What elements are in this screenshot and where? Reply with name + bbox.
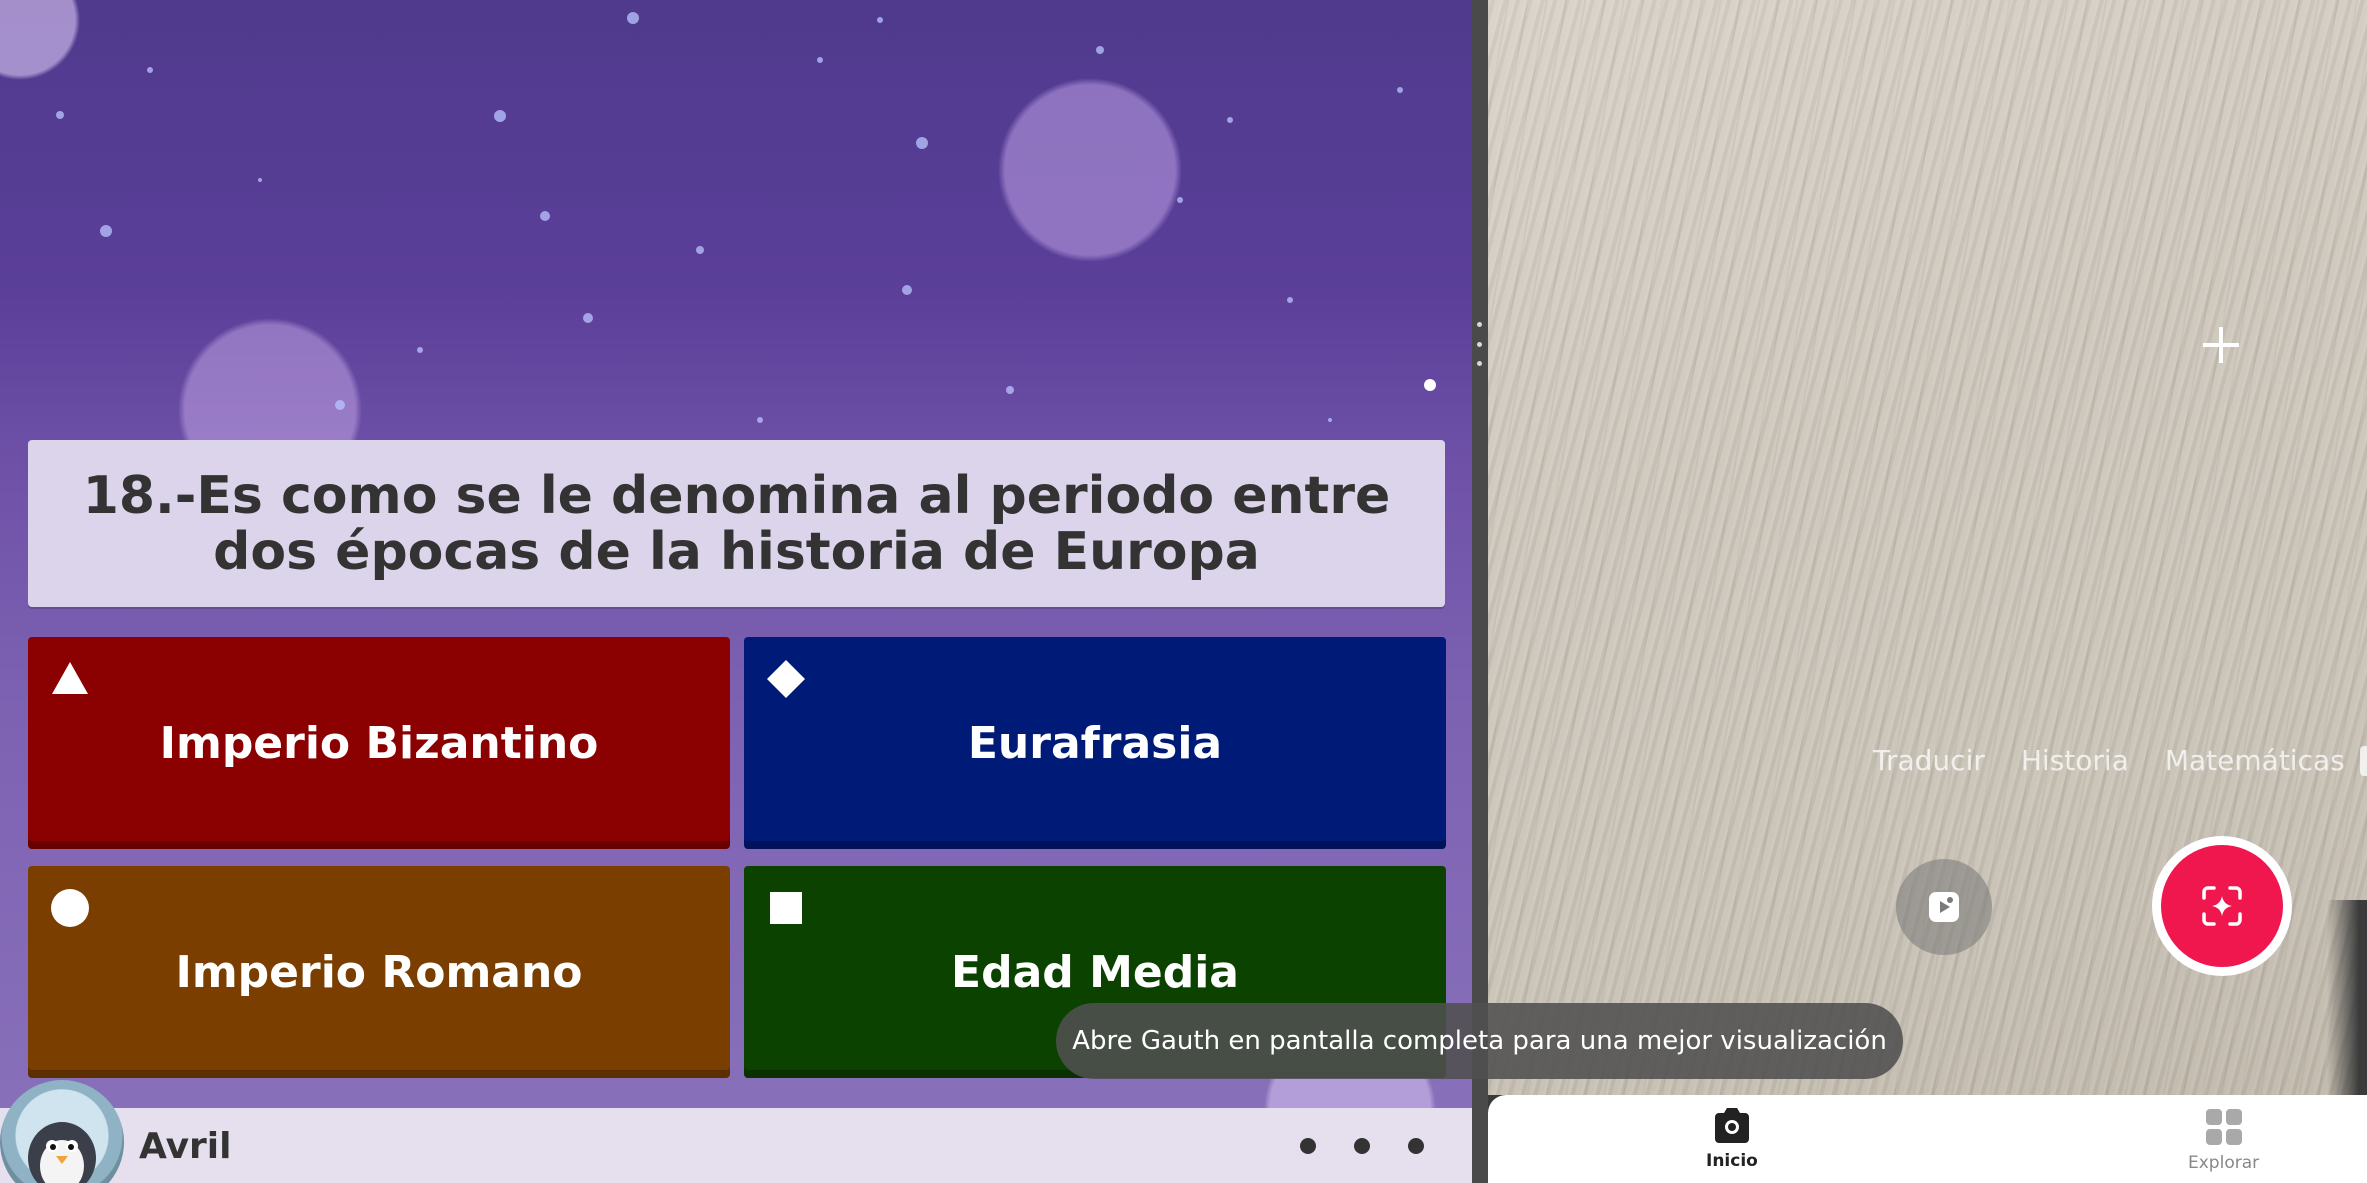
answer-label: Eurafrasia [967, 717, 1223, 769]
penguin-avatar [0, 1080, 124, 1183]
toast-message: Abre Gauth en pantalla completa para una… [1056, 1003, 1903, 1079]
answer-label: Edad Media [951, 946, 1239, 998]
mode-tab-overflow[interactable] [2360, 746, 2367, 776]
answer-option-triangle[interactable]: Imperio Bizantino [28, 637, 730, 849]
viewfinder-shadow [2327, 900, 2367, 1095]
gallery-button[interactable] [1896, 859, 1992, 955]
crosshair-icon [2203, 327, 2239, 363]
triangle-icon [52, 662, 88, 694]
tab-label: Explorar [2188, 1153, 2260, 1173]
mode-tab-matematicas[interactable]: Matemáticas [2165, 744, 2345, 777]
divider-handle-icon[interactable] [1476, 322, 1482, 366]
gallery-icon [1929, 892, 1959, 922]
tab-label: Inicio [1706, 1151, 1758, 1171]
mode-tab-traducir[interactable]: Traducir [1873, 744, 1985, 777]
square-icon [770, 892, 802, 924]
camera-icon [1714, 1108, 1749, 1143]
tab-explorar[interactable]: Explorar [2188, 1107, 2259, 1173]
question-text: 18.-Es como se le denomina al periodo en… [82, 465, 1391, 582]
answer-label: Imperio Romano [175, 946, 583, 998]
question-card: 18.-Es como se le denomina al periodo en… [28, 440, 1445, 607]
answer-option-diamond[interactable]: Eurafrasia [744, 637, 1446, 849]
shutter-button[interactable] [2152, 836, 2292, 976]
tab-inicio[interactable]: Inicio [1706, 1107, 1758, 1171]
mode-tab-historia[interactable]: Historia [2021, 744, 2129, 777]
circle-icon [51, 889, 89, 927]
more-dots-icon[interactable] [1300, 1138, 1424, 1154]
answer-option-circle[interactable]: Imperio Romano [28, 866, 730, 1078]
penguin-icon [28, 1122, 96, 1183]
player-name: Avril [139, 1126, 232, 1167]
toast-text: Abre Gauth en pantalla completa para una… [1072, 1026, 1887, 1056]
answer-label: Imperio Bizantino [159, 717, 599, 769]
bottom-tab-bar: Inicio Explorar [1488, 1095, 2367, 1183]
diamond-icon [767, 660, 805, 698]
shutter-core [2161, 845, 2283, 967]
grid-icon [2205, 1109, 2242, 1145]
scan-sparkle-icon [2202, 886, 2242, 926]
camera-mode-selector: Traducir Historia Matemáticas [1873, 744, 2345, 777]
